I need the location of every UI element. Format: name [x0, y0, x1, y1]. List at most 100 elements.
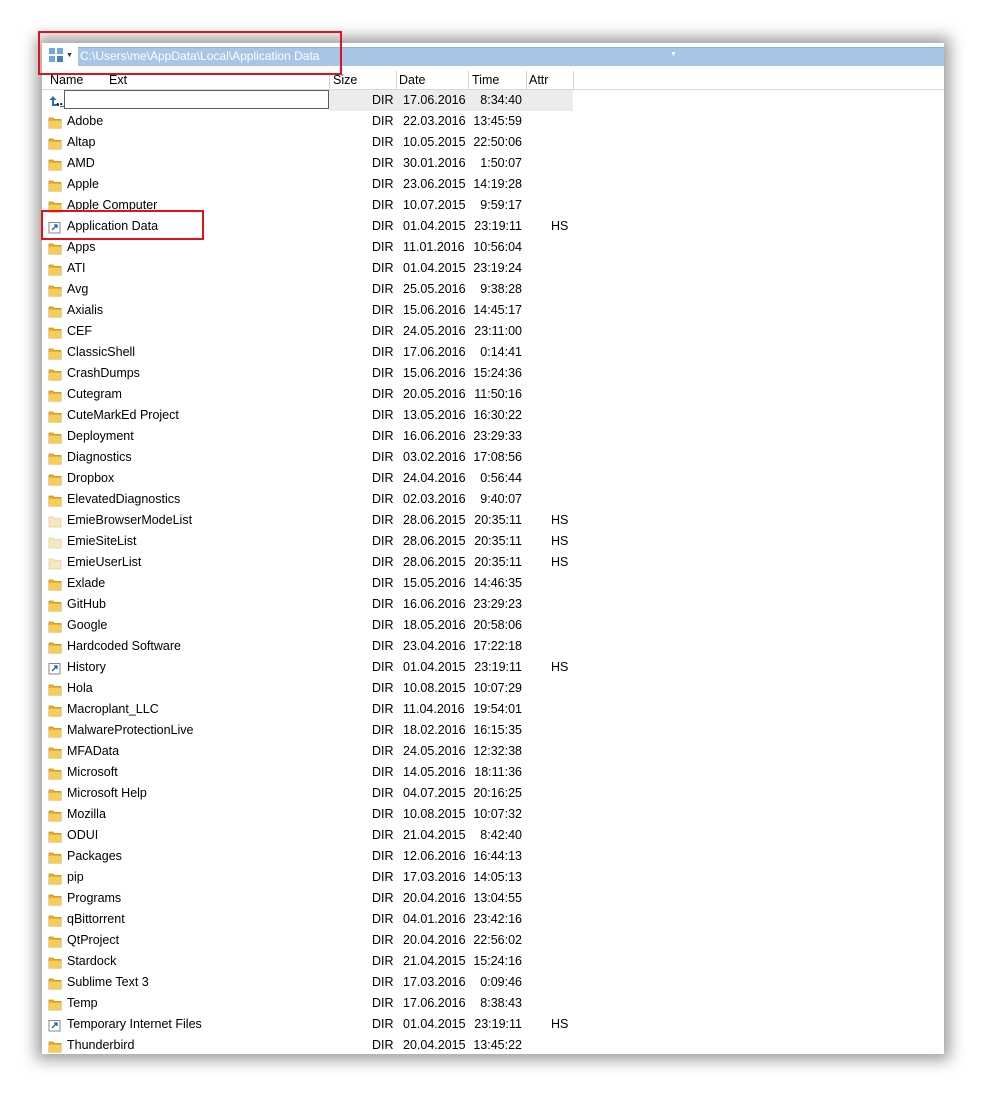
file-row[interactable]: Hardcoded Software DIR 23.04.2016 17:22:18	[42, 636, 944, 657]
file-date: 28.06.2015	[403, 513, 466, 527]
file-row[interactable]: Hola DIR 10.08.2015 10:07:29	[42, 678, 944, 699]
file-size: DIR	[372, 933, 394, 947]
folder-icon	[48, 577, 62, 591]
column-divider[interactable]	[573, 71, 574, 89]
file-row[interactable]: MalwareProtectionLive DIR 18.02.2016 16:15:…	[42, 720, 944, 741]
file-date: 15.06.2016	[403, 366, 466, 380]
file-date: 30.01.2016	[403, 156, 466, 170]
file-row[interactable]: MFAData DIR 24.05.2016 12:32:38	[42, 741, 944, 762]
file-size: DIR	[372, 786, 394, 800]
file-name: GitHub	[67, 597, 106, 611]
file-name: QtProject	[67, 933, 120, 947]
file-name: Deployment	[67, 429, 134, 443]
file-row[interactable]: ATI DIR 01.04.2015 23:19:24	[42, 258, 944, 279]
file-name: Stardock	[67, 954, 117, 968]
file-time: 10:07:29	[473, 681, 522, 695]
file-name: History	[67, 660, 106, 674]
file-date: 23.06.2015	[403, 177, 466, 191]
file-row[interactable]: CuteMarkEd Project DIR 13.05.2016 16:30:22	[42, 405, 944, 426]
file-name: Microsoft Help	[67, 786, 147, 800]
file-row[interactable]: GitHub DIR 16.06.2016 23:29:23	[42, 594, 944, 615]
file-time: 14:46:35	[473, 576, 522, 590]
file-row[interactable]: Apps DIR 11.01.2016 10:56:04	[42, 237, 944, 258]
path-dropdown-icon[interactable]: ▼	[670, 51, 677, 58]
file-time: 1:50:07	[480, 156, 522, 170]
file-row[interactable]: qBittorrent DIR 04.01.2016 23:42:16	[42, 909, 944, 930]
file-row[interactable]: ElevatedDiagnostics DIR 02.03.2016 9:40:07	[42, 489, 944, 510]
folder-icon	[48, 640, 62, 654]
file-size: DIR	[372, 744, 394, 758]
file-row[interactable]: History DIR 01.04.2015 23:19:11 HS	[42, 657, 944, 678]
column-divider[interactable]	[526, 71, 527, 89]
file-row[interactable]: Programs DIR 20.04.2016 13:04:55	[42, 888, 944, 909]
file-attributes: HS	[551, 219, 569, 233]
file-time: 20:35:11	[474, 513, 522, 527]
shortcut-folder-icon	[48, 1018, 62, 1032]
file-row[interactable]: QtProject DIR 20.04.2016 22:56:02	[42, 930, 944, 951]
file-date: 18.05.2016	[403, 618, 466, 632]
file-time: 16:44:13	[473, 849, 522, 863]
file-name: MalwareProtectionLive	[67, 723, 194, 737]
file-size: DIR	[372, 618, 394, 632]
file-time: 17:08:56	[473, 450, 522, 464]
file-row[interactable]: CrashDumps DIR 15.06.2016 15:24:36	[42, 363, 944, 384]
file-row[interactable]: Microsoft Help DIR 04.07.2015 20:16:25	[42, 783, 944, 804]
file-row[interactable]: Stardock DIR 21.04.2015 15:24:16	[42, 951, 944, 972]
file-row[interactable]: Exlade DIR 15.05.2016 14:46:35	[42, 573, 944, 594]
file-row[interactable]: Dropbox DIR 24.04.2016 0:56:44	[42, 468, 944, 489]
file-row[interactable]: Apple DIR 23.06.2015 14:19:28	[42, 174, 944, 195]
file-date: 17.03.2016	[403, 870, 466, 884]
file-name: Programs	[67, 891, 122, 905]
file-row[interactable]: Macroplant_LLC DIR 11.04.2016 19:54:01	[42, 699, 944, 720]
file-row[interactable]: ClassicShell DIR 17.06.2016 0:14:41	[42, 342, 944, 363]
column-date-header[interactable]: Date	[399, 72, 425, 88]
folder-icon	[48, 1039, 62, 1053]
file-row[interactable]: Thunderbird DIR 20.04.2015 13:45:22	[42, 1035, 944, 1054]
column-divider[interactable]	[468, 71, 469, 89]
rename-input[interactable]	[64, 90, 329, 109]
file-row[interactable]: ODUI DIR 21.04.2015 8:42:40	[42, 825, 944, 846]
file-date: 11.01.2016	[403, 240, 465, 254]
parent-directory-row[interactable]: .. DIR 17.06.2016 8:34:40	[42, 90, 944, 111]
file-time: 10:56:04	[473, 240, 522, 254]
file-name: Axialis	[67, 303, 104, 317]
file-row[interactable]: pip DIR 17.03.2016 14:05:13	[42, 867, 944, 888]
file-date: 01.04.2015	[403, 219, 466, 233]
file-row[interactable]: AMD DIR 30.01.2016 1:50:07	[42, 153, 944, 174]
file-time: 23:19:11	[474, 219, 522, 233]
file-row[interactable]: Microsoft DIR 14.05.2016 18:11:36	[42, 762, 944, 783]
file-date: 04.07.2015	[403, 786, 466, 800]
file-date: 24.05.2016	[403, 744, 466, 758]
file-size: DIR	[372, 198, 394, 212]
folder-icon	[48, 934, 62, 948]
file-row[interactable]: Cutegram DIR 20.05.2016 11:50:16	[42, 384, 944, 405]
folder-icon	[48, 955, 62, 969]
file-row[interactable]: Mozilla DIR 10.08.2015 10:07:32	[42, 804, 944, 825]
file-row[interactable]: Diagnostics DIR 03.02.2016 17:08:56	[42, 447, 944, 468]
file-row[interactable]: Google DIR 18.05.2016 20:58:06	[42, 615, 944, 636]
hidden-folder-icon	[48, 514, 62, 528]
folder-icon	[48, 829, 62, 843]
file-date: 02.03.2016	[403, 492, 466, 506]
column-time-header[interactable]: Time	[472, 72, 499, 88]
file-row[interactable]: Axialis DIR 15.06.2016 14:45:17	[42, 300, 944, 321]
column-divider[interactable]	[396, 71, 397, 89]
file-row[interactable]: Avg DIR 25.05.2016 9:38:28	[42, 279, 944, 300]
file-size: DIR	[372, 408, 394, 422]
file-row[interactable]: EmieUserList DIR 28.06.2015 20:35:11 HS	[42, 552, 944, 573]
file-row[interactable]: CEF DIR 24.05.2016 23:11:00	[42, 321, 944, 342]
folder-icon	[48, 871, 62, 885]
file-row[interactable]: Altap DIR 10.05.2015 22:50:06	[42, 132, 944, 153]
file-date: 10.08.2015	[403, 807, 466, 821]
file-row[interactable]: Deployment DIR 16.06.2016 23:29:33	[42, 426, 944, 447]
folder-icon	[48, 388, 62, 402]
file-row[interactable]: EmieBrowserModeList DIR 28.06.2015 20:35:11…	[42, 510, 944, 531]
column-attr-header[interactable]: Attr	[529, 72, 548, 88]
file-name: Packages	[67, 849, 122, 863]
file-row[interactable]: Packages DIR 12.06.2016 16:44:13	[42, 846, 944, 867]
file-row[interactable]: Temp DIR 17.06.2016 8:38:43	[42, 993, 944, 1014]
file-row[interactable]: EmieSiteList DIR 28.06.2015 20:35:11 HS	[42, 531, 944, 552]
file-row[interactable]: Adobe DIR 22.03.2016 13:45:59	[42, 111, 944, 132]
file-row[interactable]: Temporary Internet Files DIR 01.04.2015 23:…	[42, 1014, 944, 1035]
file-row[interactable]: Sublime Text 3 DIR 17.03.2016 0:09:46	[42, 972, 944, 993]
